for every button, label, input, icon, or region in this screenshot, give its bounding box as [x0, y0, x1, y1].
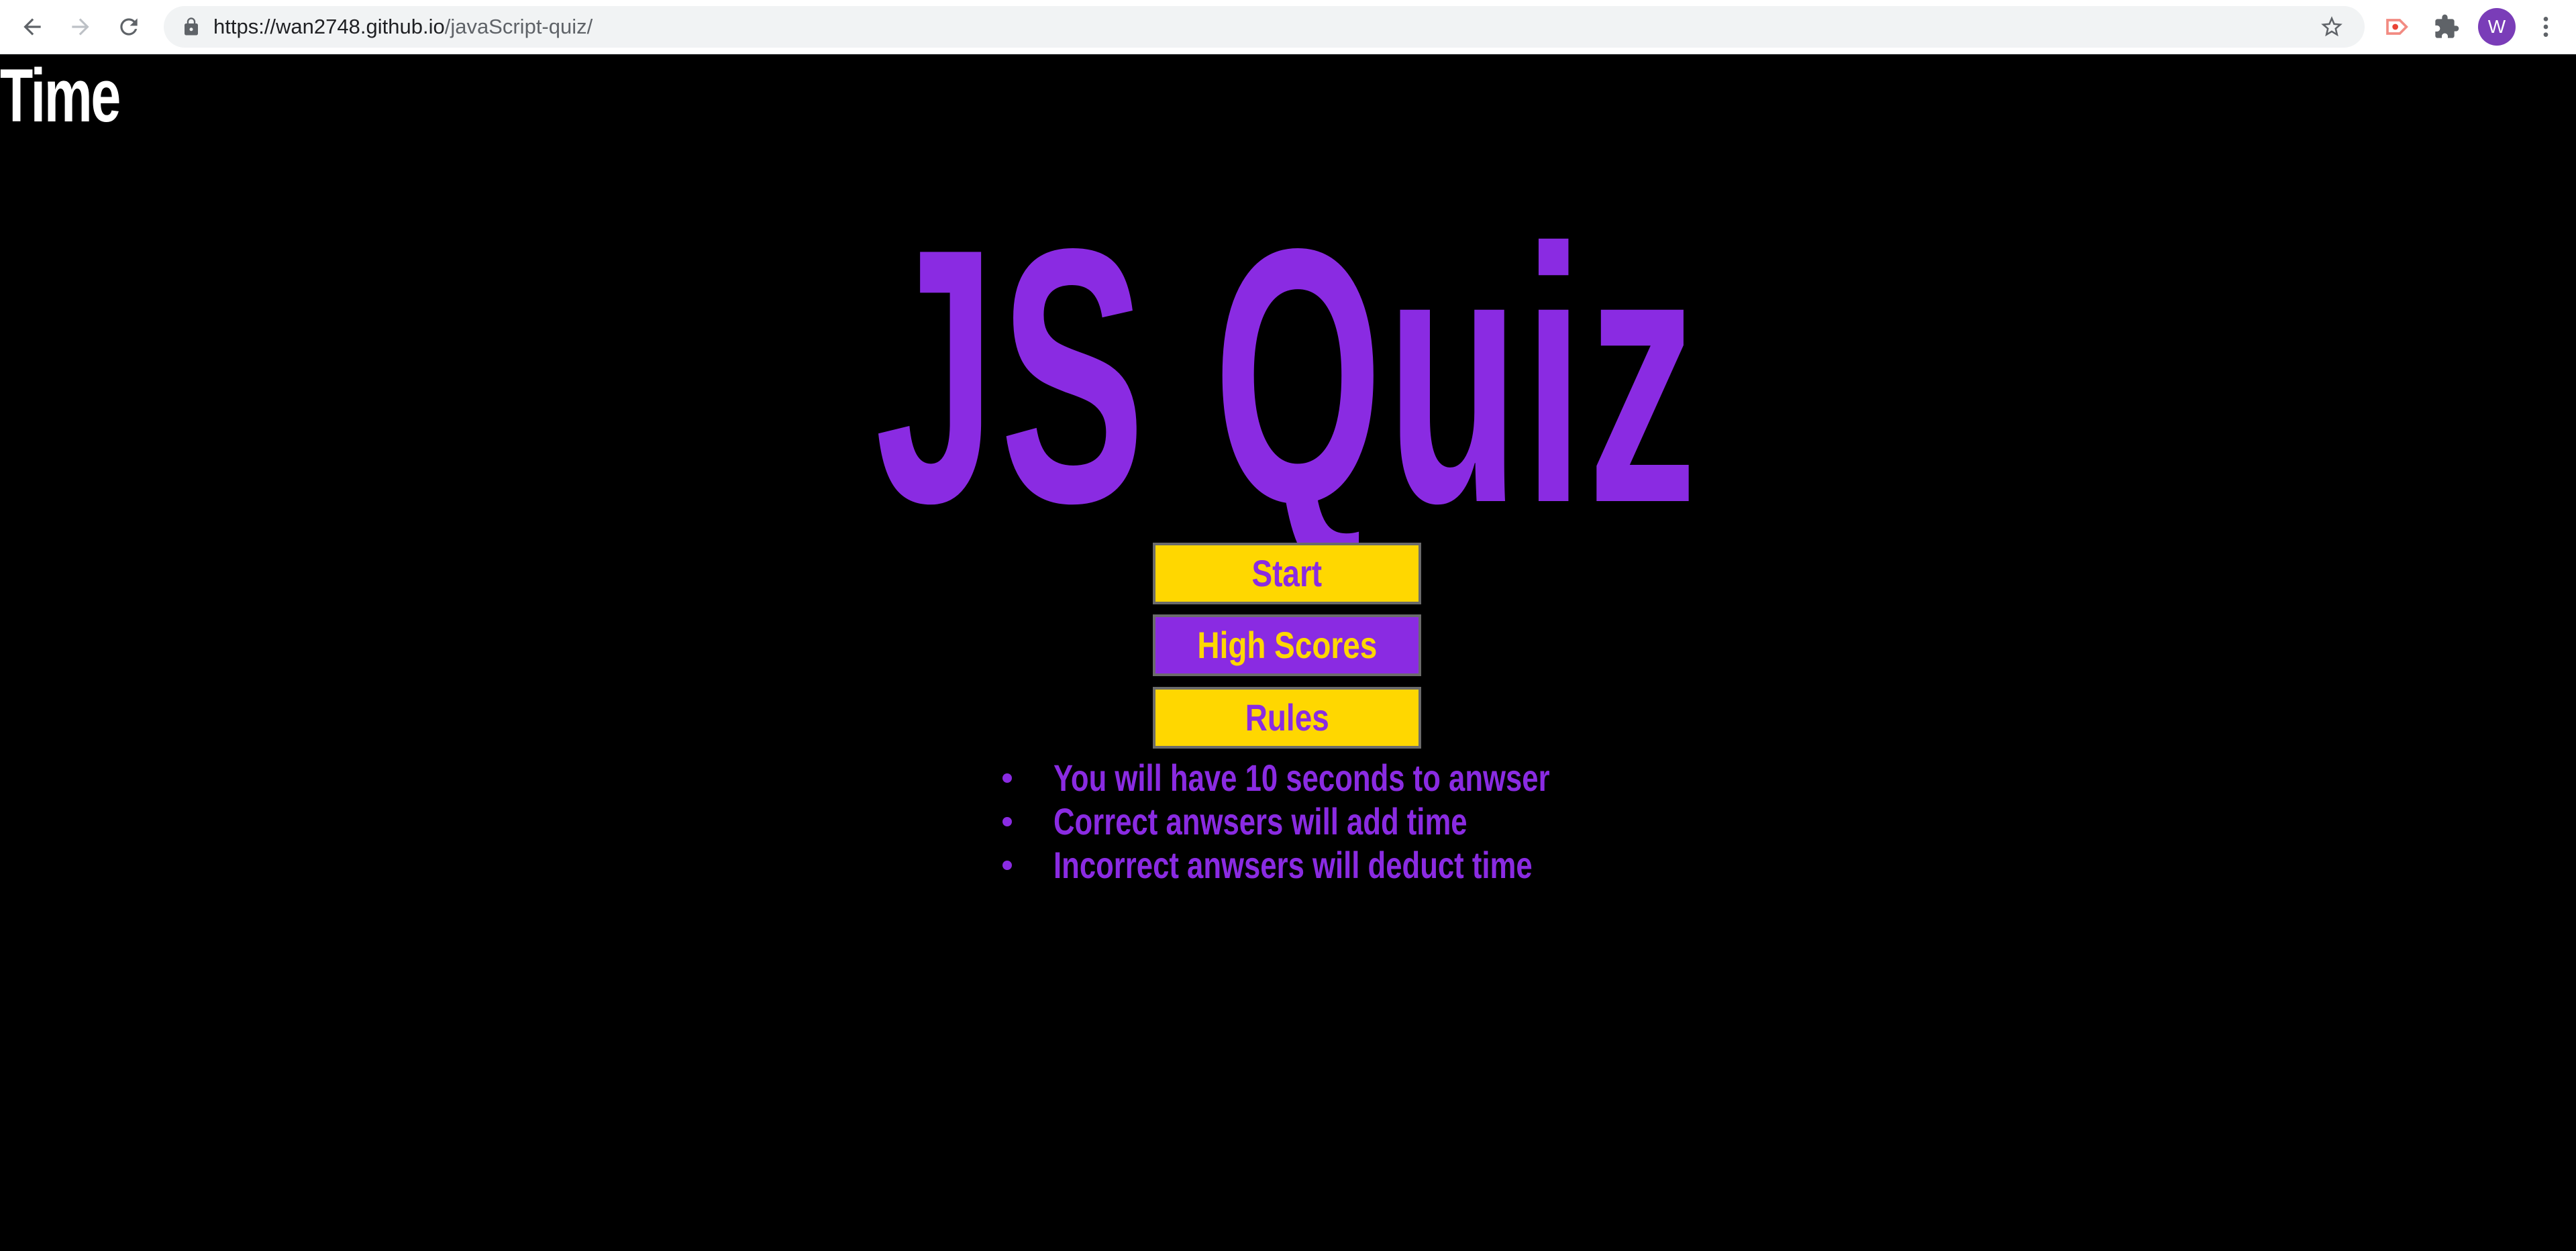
quiz-page: Time JS Quiz Start High Scores Rules You… [0, 54, 2576, 1251]
page-title: JS Quiz [0, 195, 2576, 557]
record-extension-button[interactable] [2383, 12, 2412, 42]
puzzle-icon [2435, 14, 2459, 38]
start-button[interactable]: Start [1153, 543, 1421, 604]
forward-button[interactable] [63, 9, 98, 44]
rule-text: You will have 10 seconds to anwser [1053, 757, 1550, 799]
browser-toolbar: https://wan2748.github.io/javaScript-qui… [0, 0, 2576, 54]
profile-avatar[interactable]: W [2478, 8, 2516, 46]
reload-button[interactable] [111, 9, 146, 44]
forward-arrow-icon [72, 18, 89, 36]
browser-menu-button[interactable] [2531, 12, 2561, 42]
back-button[interactable] [15, 9, 50, 44]
back-arrow-icon [23, 18, 41, 36]
record-extension-icon [2386, 19, 2408, 35]
high-scores-button-label: High Scores [1197, 624, 1377, 666]
bullet-icon [1002, 861, 1012, 870]
timer-label: Time [0, 54, 121, 138]
high-scores-button[interactable]: High Scores [1153, 614, 1421, 676]
url-domain: https://wan2748.github.io [213, 15, 445, 38]
address-bar[interactable]: https://wan2748.github.io/javaScript-qui… [164, 6, 2365, 48]
star-icon[interactable] [2319, 14, 2345, 40]
menu-dots-icon [2543, 17, 2548, 37]
rules-button[interactable]: Rules [1153, 687, 1421, 749]
rule-text: Incorrect anwsers will deduct time [1053, 844, 1533, 886]
bullet-icon [1002, 773, 1012, 783]
rules-button-label: Rules [1245, 696, 1329, 739]
lock-icon[interactable] [181, 17, 201, 37]
start-button-label: Start [1251, 552, 1323, 594]
reload-icon [120, 18, 138, 36]
url-text[interactable]: https://wan2748.github.io/javaScript-qui… [213, 6, 593, 48]
rule-text: Correct anwsers will add time [1053, 800, 1467, 842]
bullet-icon [1002, 817, 1012, 826]
title-text: JS Quiz [875, 174, 1701, 578]
extensions-button[interactable] [2432, 12, 2461, 42]
url-path: /javaScript-quiz/ [444, 15, 593, 38]
